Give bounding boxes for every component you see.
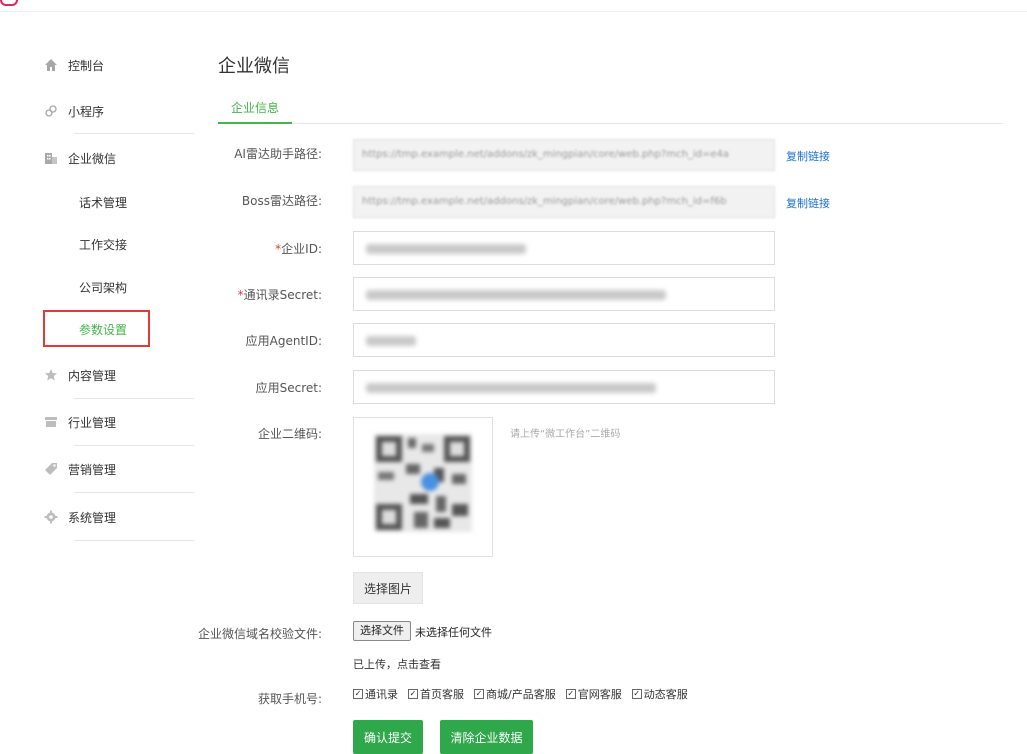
sidebar-item-dashboard[interactable]: 控制台 <box>36 50 160 80</box>
choose-file-button[interactable]: 选择文件 <box>353 621 411 641</box>
secret-label: *通讯录Secret: <box>0 286 322 303</box>
phone-options: ✓ 通讯录 ✓ 首页客服 ✓ 商城/产品客服 ✓ 官网客服 ✓ 动态客服 <box>353 686 698 702</box>
agent-id-label: 应用AgentID: <box>245 334 322 348</box>
checkbox-checked-icon: ✓ <box>353 689 363 699</box>
redacted-value <box>366 290 666 300</box>
ai-radar-url-field: https://tmp.example.net/addons/zk_mingpi… <box>353 139 775 171</box>
sidebar-divider <box>74 445 194 446</box>
copy-boss-radar-link[interactable]: 复制链接 <box>786 195 830 211</box>
qr-code-image <box>374 434 472 532</box>
checkbox-checked-icon: ✓ <box>565 689 576 699</box>
checkbox-home-service[interactable]: ✓ 首页客服 <box>408 686 464 702</box>
checkbox-label: 商城/产品客服 <box>486 688 556 701</box>
sidebar-item-label: 营销管理 <box>68 462 117 477</box>
checkbox-checked-icon: ✓ <box>408 689 418 699</box>
redacted-value <box>366 244 526 254</box>
checkbox-mall-service[interactable]: ✓ 商城/产品客服 <box>474 686 556 702</box>
secret-label-text: 通讯录Secret: <box>243 288 322 302</box>
sidebar-divider <box>74 492 194 493</box>
sidebar-item-label: 系统管理 <box>68 510 117 525</box>
choose-image-button[interactable]: 选择图片 <box>353 572 423 604</box>
checkbox-dynamic-service[interactable]: ✓ 动态客服 <box>631 686 688 702</box>
tab-company-info[interactable]: 企业信息 <box>218 96 293 124</box>
checkbox-checked-icon: ✓ <box>474 689 484 699</box>
qr-upload-hint: 请上传“微工作台”二维码 <box>510 429 621 440</box>
redacted-value <box>366 336 416 346</box>
sidebar-item-marketing[interactable]: 营销管理 <box>36 454 160 484</box>
copy-ai-radar-link[interactable]: 复制链接 <box>786 148 830 164</box>
sidebar-divider <box>74 133 194 134</box>
sidebar-item-label: 小程序 <box>68 104 105 119</box>
corp-id-input[interactable] <box>353 231 775 265</box>
checkbox-site-service[interactable]: ✓ 官网客服 <box>565 686 622 702</box>
qr-preview-box <box>353 417 493 557</box>
gear-icon <box>42 508 60 526</box>
checkbox-label: 通讯录 <box>365 688 398 701</box>
view-uploaded-link[interactable]: 已上传，点击查看 <box>353 656 441 672</box>
corp-id-label: *企业ID: <box>0 240 322 257</box>
redacted-value <box>366 383 656 393</box>
agent-id-input[interactable] <box>353 323 775 357</box>
app-secret-input[interactable] <box>353 370 775 404</box>
checkbox-checked-icon: ✓ <box>631 689 642 699</box>
tag-icon <box>42 460 60 478</box>
contacts-secret-input[interactable] <box>353 277 775 311</box>
checkbox-label: 首页客服 <box>420 688 464 701</box>
app-secret-label: 应用Secret: <box>255 381 322 395</box>
checkbox-contacts[interactable]: ✓ 通讯录 <box>353 686 398 702</box>
boss-radar-url-field: https://tmp.example.net/addons/zk_mingpi… <box>353 186 775 218</box>
checkbox-label: 官网客服 <box>577 688 622 701</box>
sidebar-divider <box>74 398 194 399</box>
tab-bar: 企业信息 <box>218 96 1003 124</box>
top-bar <box>0 0 1027 12</box>
domain-file-label: 企业微信域名校验文件: <box>197 627 322 641</box>
file-status-text: 未选择任何文件 <box>415 626 492 639</box>
page-title: 企业微信 <box>218 56 290 77</box>
home-icon <box>42 56 60 74</box>
boss-radar-label: Boss雷达路径: <box>241 194 322 208</box>
submit-button[interactable]: 确认提交 <box>353 720 423 754</box>
checkbox-label: 动态客服 <box>643 688 688 701</box>
phone-label: 获取手机号: <box>257 692 322 706</box>
clear-company-data-button[interactable]: 清除企业数据 <box>440 720 533 754</box>
sidebar-item-system[interactable]: 系统管理 <box>36 502 160 532</box>
ai-radar-label: AI雷达助手路径: <box>234 147 322 161</box>
miniprogram-icon <box>42 102 60 120</box>
corp-id-label-text: 企业ID: <box>281 242 322 256</box>
sidebar-divider <box>74 540 194 541</box>
qr-label: 企业二维码: <box>257 427 322 441</box>
sidebar-item-label: 控制台 <box>68 58 105 73</box>
brand-logo <box>0 0 18 6</box>
sidebar-item-miniprogram[interactable]: 小程序 <box>36 96 160 126</box>
